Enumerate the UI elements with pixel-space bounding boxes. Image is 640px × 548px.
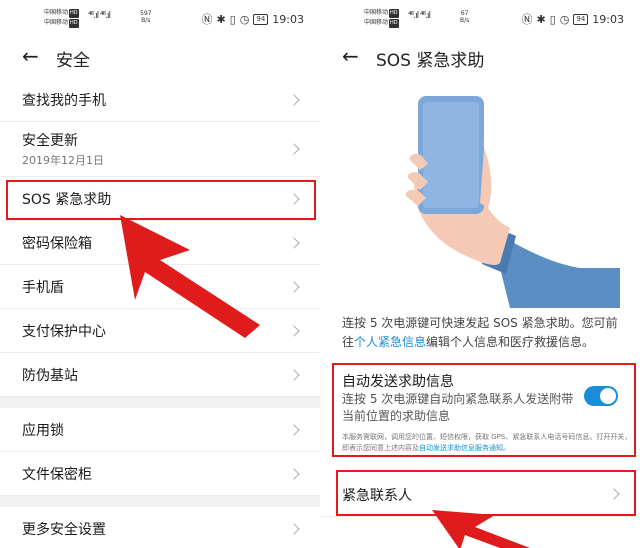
list-item-label: 密码保险箱 — [22, 236, 92, 252]
carrier-label: 中国移动 — [44, 19, 69, 26]
divider — [0, 496, 320, 507]
clock: 19:03 — [272, 12, 304, 26]
chevron-right-icon — [288, 368, 300, 381]
chevron-right-icon — [288, 93, 300, 106]
bluetooth-icon: ✱ — [216, 12, 226, 26]
carrier-label: 中国移动 — [44, 9, 69, 16]
description-text: 编辑个人信息和医疗救援信息。 — [426, 335, 595, 349]
carrier-info: 中国移动 HD 中国移动 HD — [364, 8, 399, 28]
vibrate-icon: ▯ — [229, 12, 236, 26]
auto-send-description: 连按 5 次电源键自动向紧急联系人发送附带当前位置的求助信息 — [342, 392, 574, 423]
carrier-label: 中国移动 — [364, 9, 389, 16]
pointer-arrow — [120, 215, 260, 338]
speed-unit: B/s — [460, 17, 470, 24]
chevron-right-icon — [288, 324, 300, 337]
page-title: 安全 — [56, 51, 90, 71]
chevron-right-icon — [288, 143, 300, 155]
toggle-knob — [600, 388, 616, 404]
list-item-label: 应用锁 — [22, 423, 64, 439]
hd-badge: HD — [389, 9, 399, 18]
list-item[interactable]: 查找我的手机 — [0, 78, 320, 122]
list-item-subtitle: 2019年12月1日 — [22, 154, 104, 167]
list-item[interactable]: 更多安全设置 — [0, 507, 320, 548]
battery-icon: 94 — [573, 13, 589, 25]
auto-send-title: 自动发送求助信息 — [342, 374, 454, 390]
list-item[interactable]: 安全更新 2019年12月1日 — [0, 122, 320, 177]
header: ← SOS 紧急求助 — [320, 34, 640, 78]
chevron-right-icon — [288, 423, 300, 436]
carrier-label: 中国移动 — [364, 19, 389, 26]
list-item-label: 防伪基站 — [22, 368, 78, 384]
chevron-right-icon — [288, 280, 300, 293]
battery-icon: 94 — [253, 13, 269, 25]
nfc-icon: Ⓝ — [201, 13, 213, 26]
settings-group-2: 应用锁 文件保密柜 — [0, 408, 320, 496]
pointer-arrow — [432, 510, 530, 548]
alarm-icon: ◷ — [559, 12, 570, 26]
status-bar: 中国移动 HD 中国移动 HD ⁴⁶.ıl ⁴⁶.ıl 67 B/s Ⓝ ✱ ▯ ◷ … — [320, 0, 640, 34]
chevron-right-icon — [288, 236, 300, 249]
divider — [0, 397, 320, 408]
carrier-info: 中国移动 HD 中国移动 HD — [44, 8, 79, 28]
page-title: SOS 紧急求助 — [376, 51, 485, 71]
status-right: Ⓝ ✱ ▯ ◷ 94 19:03 — [201, 11, 304, 27]
auto-send-fine-print: 本服务需联网，调用您的位置、短信权限，获取 GPS、紧急联系人电话号码信息。打开… — [342, 432, 632, 454]
alarm-icon: ◷ — [239, 12, 250, 26]
list-item[interactable]: 文件保密柜 — [0, 452, 320, 496]
status-bar: 中国移动 HD 中国移动 HD ⁴⁶.ıl ⁴⁶.ıl 597 B/s Ⓝ ✱ ▯ ◷… — [0, 0, 320, 34]
bluetooth-icon: ✱ — [536, 12, 546, 26]
chevron-right-icon — [288, 522, 300, 535]
arrow-left-icon[interactable]: ← — [342, 44, 359, 68]
list-item-label: 文件保密柜 — [22, 467, 92, 483]
list-item-label: 更多安全设置 — [22, 522, 106, 538]
nfc-icon: Ⓝ — [521, 13, 533, 26]
hand-holding-phone-illustration — [405, 96, 620, 308]
list-item-label: 安全更新 — [22, 133, 78, 149]
settings-group-3: 更多安全设置 — [0, 507, 320, 548]
signal-icon: ⁴⁶.ıl ⁴⁶.ıl — [88, 11, 111, 21]
arrow-left-icon[interactable]: ← — [22, 44, 39, 68]
speed-unit: B/s — [141, 17, 151, 24]
vibrate-icon: ▯ — [549, 12, 556, 26]
list-item[interactable]: 应用锁 — [0, 408, 320, 452]
header: ← 安全 — [0, 34, 320, 78]
list-item-label: 查找我的手机 — [22, 93, 106, 109]
list-item[interactable]: 防伪基站 — [0, 353, 320, 397]
speed-value: 67 — [460, 10, 469, 17]
chevron-right-icon — [288, 467, 300, 480]
hd-badge: HD — [389, 19, 399, 28]
service-notice-link[interactable]: 自动发送求助信息服务通知。 — [419, 444, 510, 452]
list-item-label: 手机盾 — [22, 280, 64, 296]
network-speed: 597 B/s — [140, 10, 151, 24]
left-screen: 中国移动 HD 中国移动 HD ⁴⁶.ıl ⁴⁶.ıl 597 B/s Ⓝ ✱ ▯ ◷… — [0, 0, 320, 548]
speed-value: 597 — [140, 10, 152, 17]
list-item-label: 支付保护中心 — [22, 324, 106, 340]
right-screen: 中国移动 HD 中国移动 HD ⁴⁶.ıl ⁴⁶.ıl 67 B/s Ⓝ ✱ ▯ ◷ … — [320, 0, 640, 548]
signal-icon: ⁴⁶.ıl ⁴⁶.ıl — [408, 11, 431, 21]
status-right: Ⓝ ✱ ▯ ◷ 94 19:03 — [521, 11, 624, 27]
clock: 19:03 — [592, 12, 624, 26]
hd-badge: HD — [69, 9, 79, 18]
auto-send-toggle[interactable] — [584, 386, 618, 406]
sos-description: 连按 5 次电源键可快速发起 SOS 紧急求助。您可前往个人紧急信息编辑个人信息… — [342, 314, 626, 352]
personal-emergency-info-link[interactable]: 个人紧急信息 — [354, 335, 426, 349]
hd-badge: HD — [69, 19, 79, 28]
network-speed: 67 B/s — [460, 10, 469, 24]
